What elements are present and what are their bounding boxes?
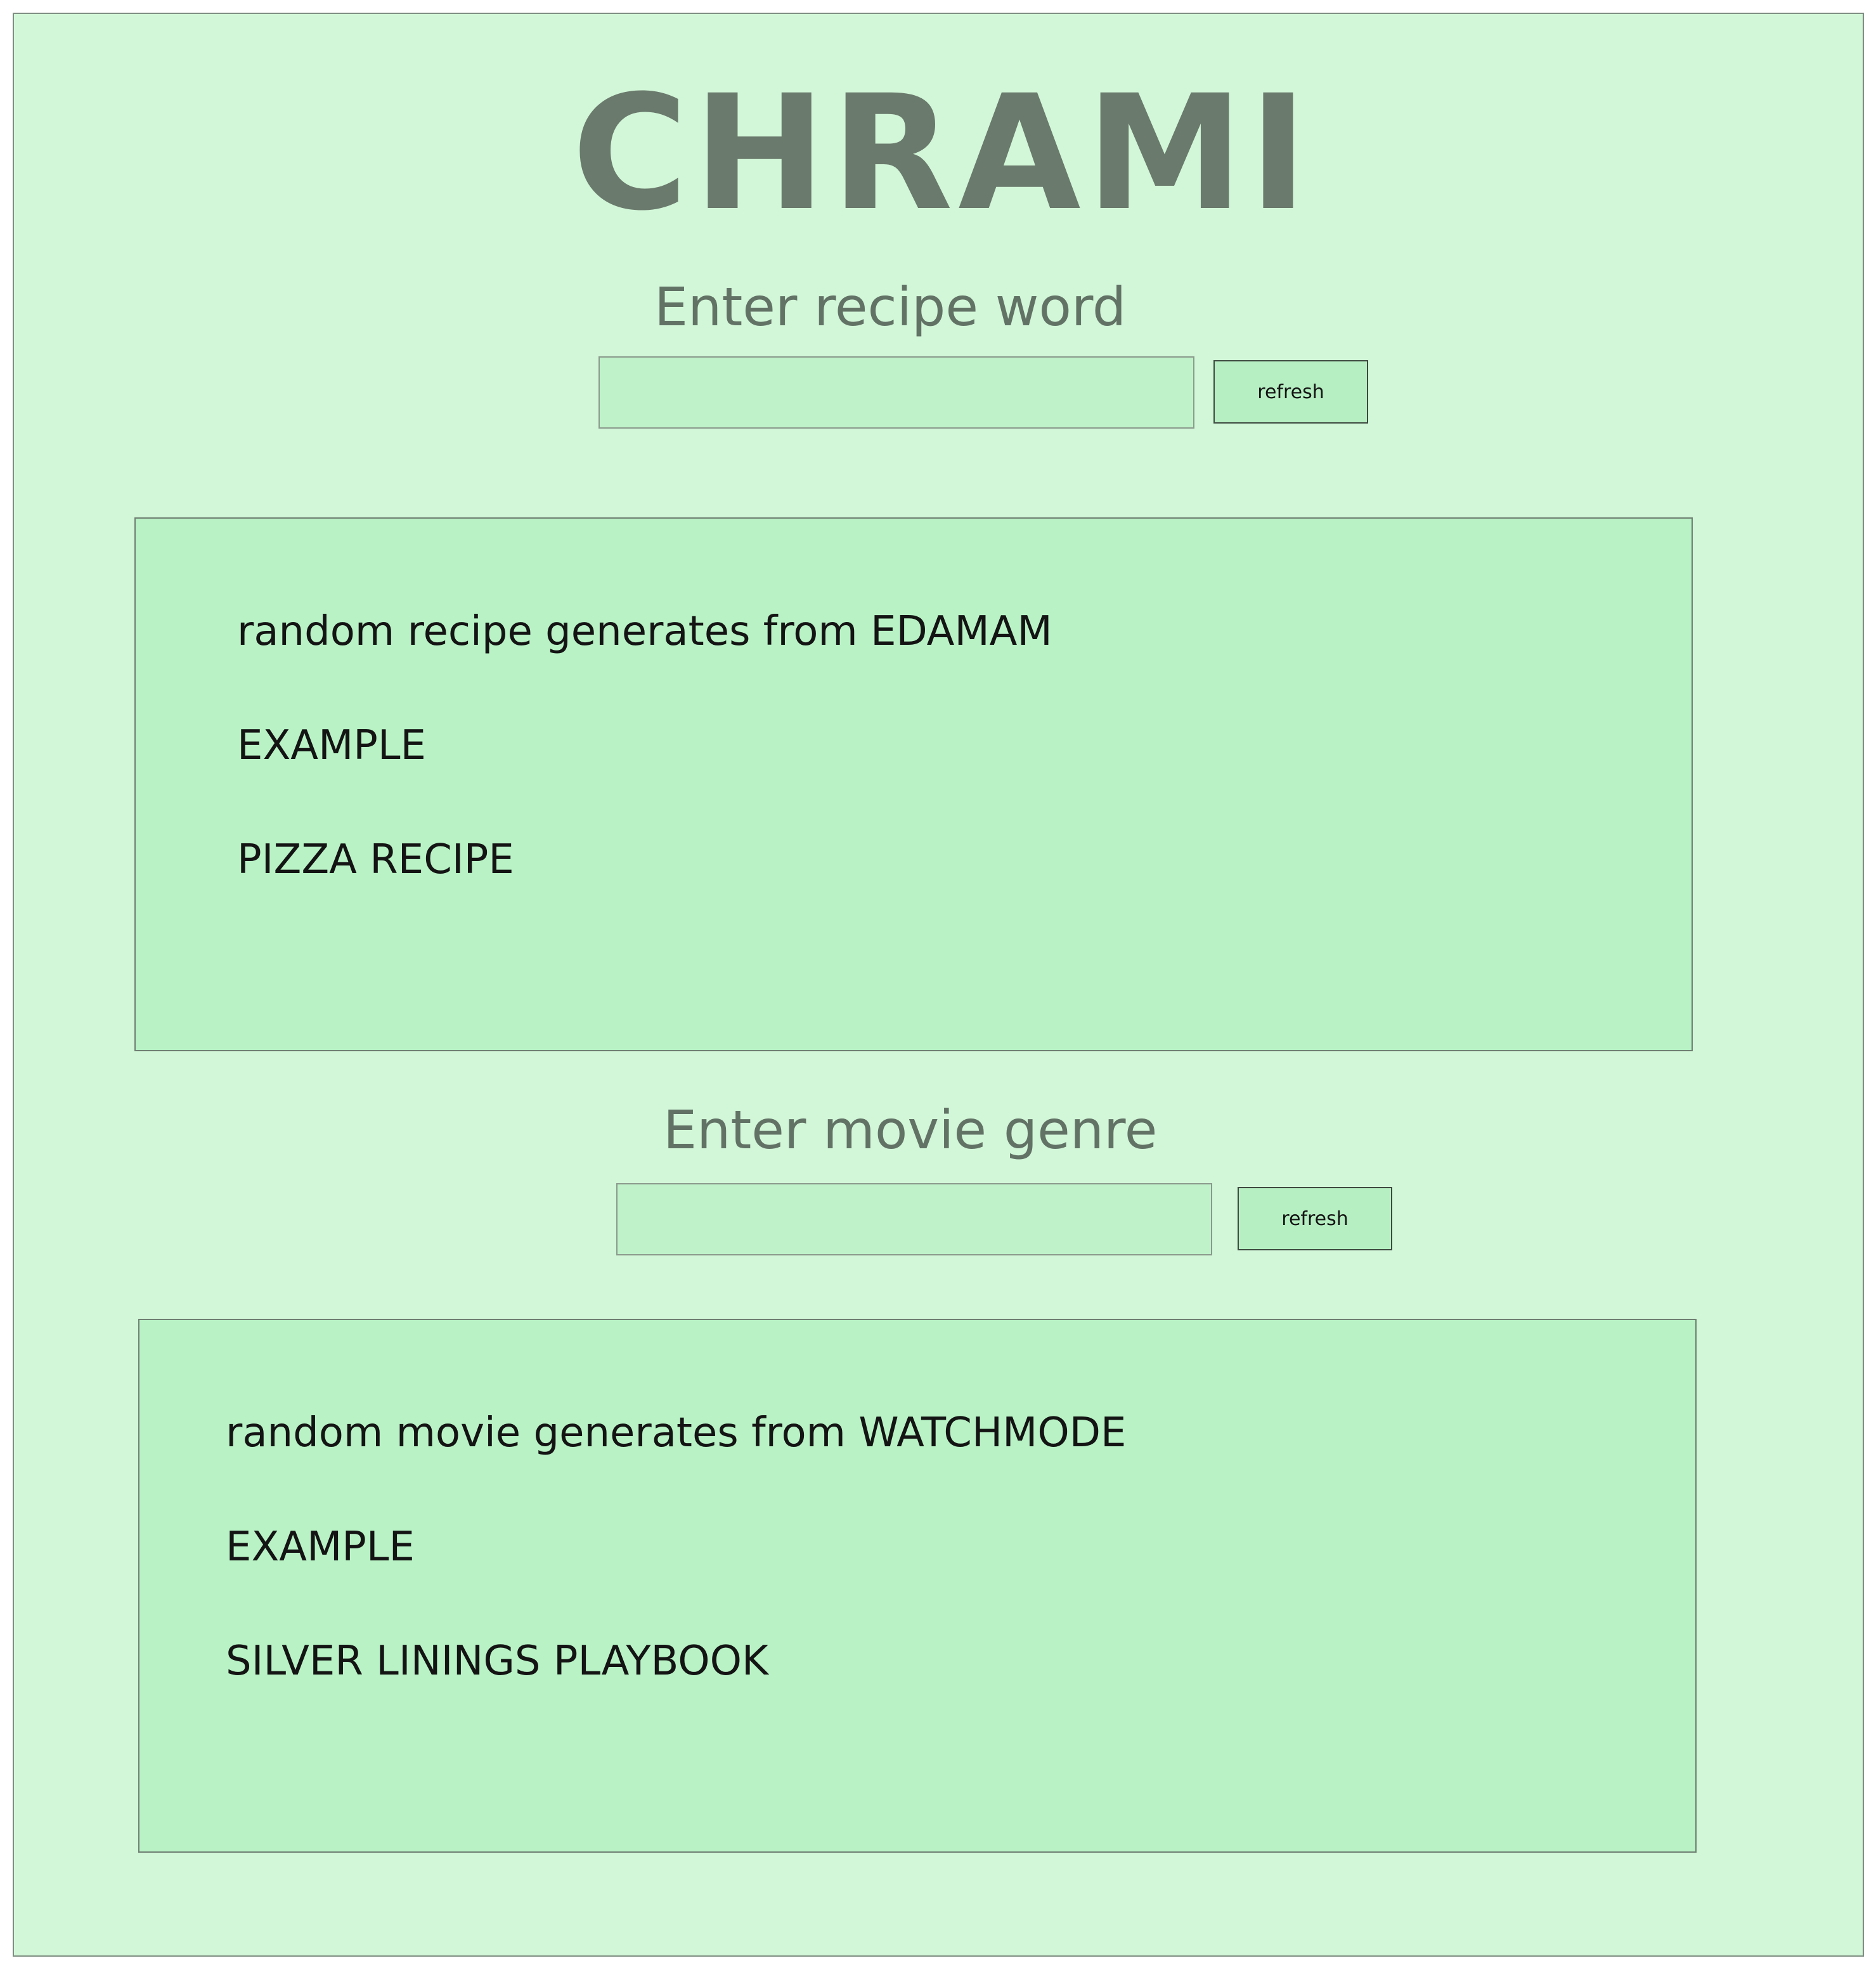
recipe-result-panel: random recipe generates from EDAMAM EXAM… [134, 517, 1693, 1051]
page-frame: CHRAMI Enter recipe word refresh random … [13, 13, 1864, 1957]
app-logo: CHRAMI [572, 61, 1313, 245]
movie-example-value: SILVER LININGS PLAYBOOK [226, 1638, 768, 1685]
recipe-example-value: PIZZA RECIPE [237, 836, 514, 883]
movie-genre-input[interactable] [616, 1183, 1212, 1255]
recipe-description: random recipe generates from EDAMAM [237, 608, 1052, 655]
movie-example-label: EXAMPLE [226, 1524, 415, 1571]
movie-refresh-button[interactable]: refresh [1238, 1187, 1392, 1250]
recipe-prompt-label: Enter recipe word [654, 276, 1127, 338]
movie-description: random movie generates from WATCHMODE [226, 1409, 1127, 1456]
recipe-search-input[interactable] [598, 356, 1194, 429]
recipe-refresh-button[interactable]: refresh [1213, 360, 1368, 424]
movie-result-panel: random movie generates from WATCHMODE EX… [138, 1319, 1697, 1853]
recipe-example-label: EXAMPLE [237, 722, 426, 769]
movie-prompt-label: Enter movie genre [663, 1099, 1158, 1161]
